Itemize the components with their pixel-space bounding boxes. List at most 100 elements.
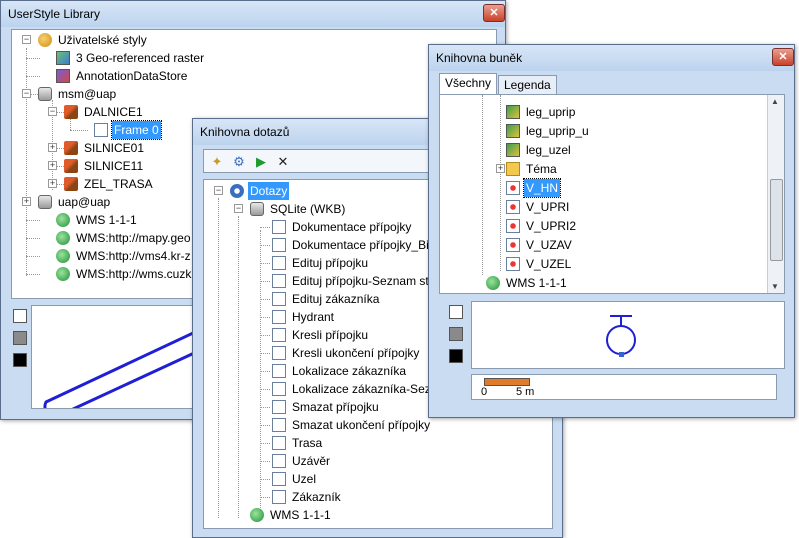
query-page-icon <box>272 364 286 378</box>
background-white-swatch[interactable] <box>13 309 27 323</box>
query-item[interactable]: Smazat ukončení přípojky <box>204 416 550 434</box>
window-title: Knihovna buněk <box>436 51 523 65</box>
tree-label: V_UPRI2 <box>526 219 577 233</box>
scale-start-label: 0 <box>481 386 488 398</box>
background-gray-swatch[interactable] <box>449 327 463 341</box>
expand-icon[interactable]: + <box>48 179 57 188</box>
query-item[interactable]: Trasa <box>204 434 550 452</box>
brush-icon <box>64 141 78 155</box>
cell-item[interactable]: V_HN <box>440 178 768 198</box>
tree-label: Kresli přípojku <box>292 328 369 342</box>
delete-query-icon[interactable]: ✕ <box>274 153 292 171</box>
hydrant-symbol-preview <box>606 315 636 357</box>
cell-red-icon <box>506 181 520 195</box>
collapse-icon[interactable]: − <box>22 89 31 98</box>
query-page-icon <box>272 256 286 270</box>
tree-label: SILNICE11 <box>84 159 144 173</box>
tree-label: WMS:http://wms.cuzk <box>76 267 192 281</box>
tree-label: V_UZEL <box>526 257 572 271</box>
close-button[interactable]: ✕ <box>772 48 794 66</box>
scale-end-label: 5 m <box>516 386 535 398</box>
tree-label: leg_uprip_u <box>526 124 589 138</box>
cell-item[interactable]: V_UZAV <box>440 236 768 254</box>
tree-node-raster[interactable]: 3 Geo-referenced raster <box>12 49 492 67</box>
cell-item[interactable]: + Téma <box>440 160 768 178</box>
cell-item[interactable]: leg_uprip <box>440 103 768 121</box>
tree-node-wms[interactable]: WMS 1-1-1 <box>204 506 550 524</box>
odbc-icon <box>38 195 52 209</box>
cell-item[interactable]: WMS 1-1-1 <box>440 274 768 292</box>
cell-item[interactable]: V_UZEL <box>440 255 768 273</box>
tree-label: leg_uzel <box>526 143 571 157</box>
edit-query-icon[interactable]: ⚙ <box>230 153 248 171</box>
collapse-icon[interactable]: − <box>234 204 243 213</box>
query-page-icon <box>272 400 286 414</box>
expand-icon[interactable]: + <box>48 143 57 152</box>
cell-red-icon <box>506 219 520 233</box>
tree-label: Lokalizace zákazníka-Sezna <box>292 382 445 396</box>
tree-label: Kresli ukončení přípojky <box>292 346 420 360</box>
query-page-icon <box>272 454 286 468</box>
cell-item[interactable]: leg_uzel <box>440 141 768 159</box>
expand-icon[interactable]: + <box>22 197 31 206</box>
tree-node-msm[interactable]: − msm@uap <box>12 85 492 103</box>
tree-label: Frame 0 <box>111 120 162 140</box>
folder-icon <box>506 162 520 176</box>
query-item[interactable]: Uzávěr <box>204 452 550 470</box>
background-black-swatch[interactable] <box>449 349 463 363</box>
cell-library-window: Knihovna buněk ✕ Všechny Legenda leg_upr… <box>428 44 795 418</box>
run-query-icon[interactable]: ▶ <box>252 153 270 171</box>
query-page-icon <box>272 472 286 486</box>
cell-icon <box>506 143 520 157</box>
cell-item[interactable]: V_UPRI <box>440 198 768 216</box>
cell-tree-panel: leg_uprip leg_uprip_u leg_uzel + Téma V_HN V_U… <box>439 94 785 294</box>
tree-label: WMS:http://vms4.kr-z <box>76 249 191 263</box>
tree-label: Dokumentace přípojky <box>292 220 412 234</box>
query-item[interactable]: Zákazník <box>204 488 550 506</box>
wms-icon <box>250 508 264 522</box>
tree-label: uap@uap <box>58 195 111 209</box>
tree-label: WMS 1-1-1 <box>76 213 137 227</box>
tree-label: Hydrant <box>292 310 335 324</box>
tree-node-annotation[interactable]: AnnotationDataStore <box>12 67 492 85</box>
window-title: Knihovna dotazů <box>200 125 290 139</box>
tree-node-styles[interactable]: − Uživatelské styly <box>12 31 492 49</box>
background-gray-swatch[interactable] <box>13 331 27 345</box>
collapse-icon[interactable]: − <box>48 107 57 116</box>
tab-all[interactable]: Všechny <box>439 73 498 95</box>
query-page-icon <box>272 274 286 288</box>
close-button[interactable]: ✕ <box>483 4 505 22</box>
tree-label: WMS:http://mapy.geo <box>76 231 191 245</box>
cell-item[interactable]: V_UPRI2 <box>440 217 768 235</box>
wms-icon <box>56 249 70 263</box>
collapse-icon[interactable]: − <box>22 35 31 44</box>
background-black-swatch[interactable] <box>13 353 27 367</box>
tree-label: AnnotationDataStore <box>76 69 188 83</box>
query-page-icon <box>272 346 286 360</box>
odbc-icon <box>38 87 52 101</box>
scale-bar <box>484 378 530 386</box>
query-page-icon <box>272 436 286 450</box>
scrollbar[interactable]: ▲ ▼ <box>767 95 784 293</box>
scroll-thumb[interactable] <box>770 179 783 261</box>
background-white-swatch[interactable] <box>449 305 463 319</box>
expand-icon[interactable]: + <box>496 164 505 173</box>
new-query-icon[interactable]: ✦ <box>208 153 226 171</box>
scroll-up-icon[interactable]: ▲ <box>771 97 779 106</box>
cell-red-icon <box>506 238 520 252</box>
collapse-icon[interactable]: − <box>214 186 223 195</box>
query-page-icon <box>272 238 286 252</box>
expand-icon[interactable]: + <box>48 161 57 170</box>
wms-icon <box>56 267 70 281</box>
query-item[interactable]: Uzel <box>204 470 550 488</box>
cell-icon <box>506 105 520 119</box>
tree-label: Lokalizace zákazníka <box>292 364 407 378</box>
cell-item[interactable]: leg_uprip_u <box>440 122 768 140</box>
tab-legend[interactable]: Legenda <box>498 75 557 95</box>
brush-icon <box>64 105 78 119</box>
tree-label: Zákazník <box>292 490 341 504</box>
tree-label: Dotazy <box>248 182 290 200</box>
tree-label: Trasa <box>292 436 323 450</box>
scroll-down-icon[interactable]: ▼ <box>771 282 779 291</box>
wms-icon <box>56 213 70 227</box>
